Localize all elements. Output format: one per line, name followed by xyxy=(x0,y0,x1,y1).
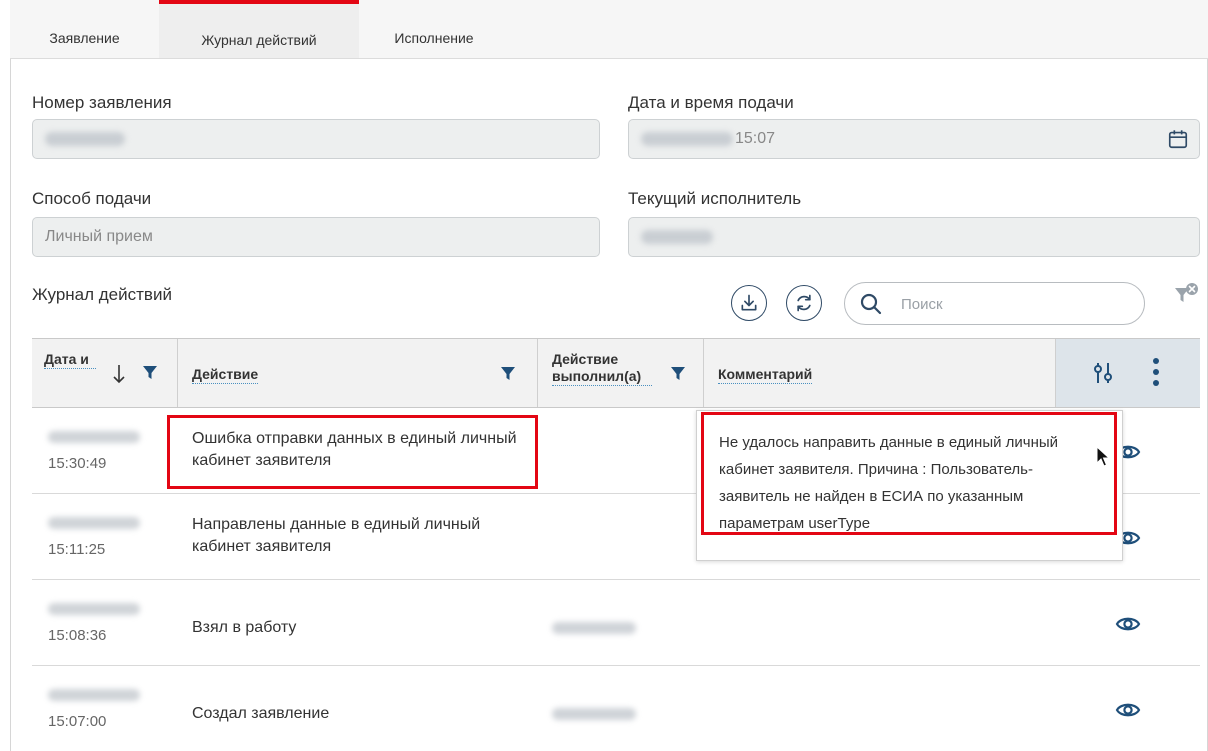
calendar-icon[interactable] xyxy=(1167,128,1189,150)
redacted-date xyxy=(48,603,140,615)
column-date-label: Дата и xyxy=(44,351,96,369)
search-box[interactable] xyxy=(844,282,1145,325)
column-action-label: Действие xyxy=(192,366,259,384)
sort-desc-icon[interactable] xyxy=(112,363,126,385)
search-icon xyxy=(860,293,882,315)
clear-filter-icon[interactable] xyxy=(1173,282,1199,308)
submission-method-label: Способ подачи xyxy=(32,189,152,208)
journal-title: Журнал действий xyxy=(32,285,172,304)
submission-method-field[interactable]: Личный прием xyxy=(32,217,600,257)
view-icon[interactable] xyxy=(1115,611,1141,637)
column-comment[interactable]: Комментарий xyxy=(704,339,1056,407)
redacted-executor xyxy=(641,229,713,244)
search-input[interactable] xyxy=(901,293,1121,315)
column-settings-icon[interactable] xyxy=(1092,361,1114,385)
more-vertical-icon[interactable] xyxy=(1152,357,1160,387)
submission-time: 15:07 xyxy=(735,130,776,147)
column-actor[interactable]: Действие выполнил(а) xyxy=(538,339,704,407)
filter-icon[interactable] xyxy=(142,364,158,380)
refresh-icon xyxy=(797,294,811,312)
download-button[interactable] xyxy=(731,285,767,321)
redacted-date xyxy=(641,131,733,146)
application-number-field[interactable] xyxy=(32,119,600,159)
filter-icon[interactable] xyxy=(500,365,516,381)
application-number-label: Номер заявления xyxy=(32,93,172,112)
row-time: 15:08:36 xyxy=(48,627,107,644)
column-actor-label: Действие выполнил(а) xyxy=(552,351,652,386)
mouse-cursor-icon xyxy=(1096,446,1111,467)
redacted-date xyxy=(48,431,140,443)
column-date[interactable]: Дата и xyxy=(32,339,178,407)
redacted-actor xyxy=(552,708,636,720)
redacted-date xyxy=(48,517,140,529)
row-action: Создал заявление xyxy=(192,705,330,722)
table-header: Дата и Действие Действие выполнил(а) Ком… xyxy=(32,338,1200,408)
row-time: 15:11:25 xyxy=(48,541,106,558)
column-action[interactable]: Действие xyxy=(178,339,538,407)
redacted-date xyxy=(48,689,140,701)
table-row[interactable]: 15:07:00 Создал заявление xyxy=(32,667,1200,751)
view-icon[interactable] xyxy=(1115,697,1141,723)
row-action: Направлены данные в единый личный кабине… xyxy=(192,516,481,555)
refresh-button[interactable] xyxy=(786,285,822,321)
column-comment-label: Комментарий xyxy=(718,366,813,384)
redacted-actor xyxy=(552,622,636,634)
tooltip-highlight xyxy=(701,412,1117,535)
row-time: 15:30:49 xyxy=(48,455,107,472)
download-icon xyxy=(741,294,757,311)
tab-execution[interactable]: Исполнение xyxy=(359,0,509,58)
current-executor-field[interactable] xyxy=(628,217,1200,257)
tab-bar: Заявление Журнал действий Исполнение xyxy=(10,0,1208,59)
tab-action-log[interactable]: Журнал действий xyxy=(159,0,359,58)
tab-application[interactable]: Заявление xyxy=(10,0,159,58)
error-action-highlight xyxy=(167,415,538,489)
row-time: 15:07:00 xyxy=(48,713,107,730)
current-executor-label: Текущий исполнитель xyxy=(628,189,802,208)
row-action: Взял в работу xyxy=(192,619,297,636)
column-settings xyxy=(1056,339,1200,407)
table-row[interactable]: 15:08:36 Взял в работу xyxy=(32,581,1200,666)
submission-date-field[interactable]: 15:07 xyxy=(628,119,1200,159)
redacted-number xyxy=(45,131,125,146)
filter-icon[interactable] xyxy=(670,365,686,381)
submission-date-label: Дата и время подачи xyxy=(628,93,794,112)
